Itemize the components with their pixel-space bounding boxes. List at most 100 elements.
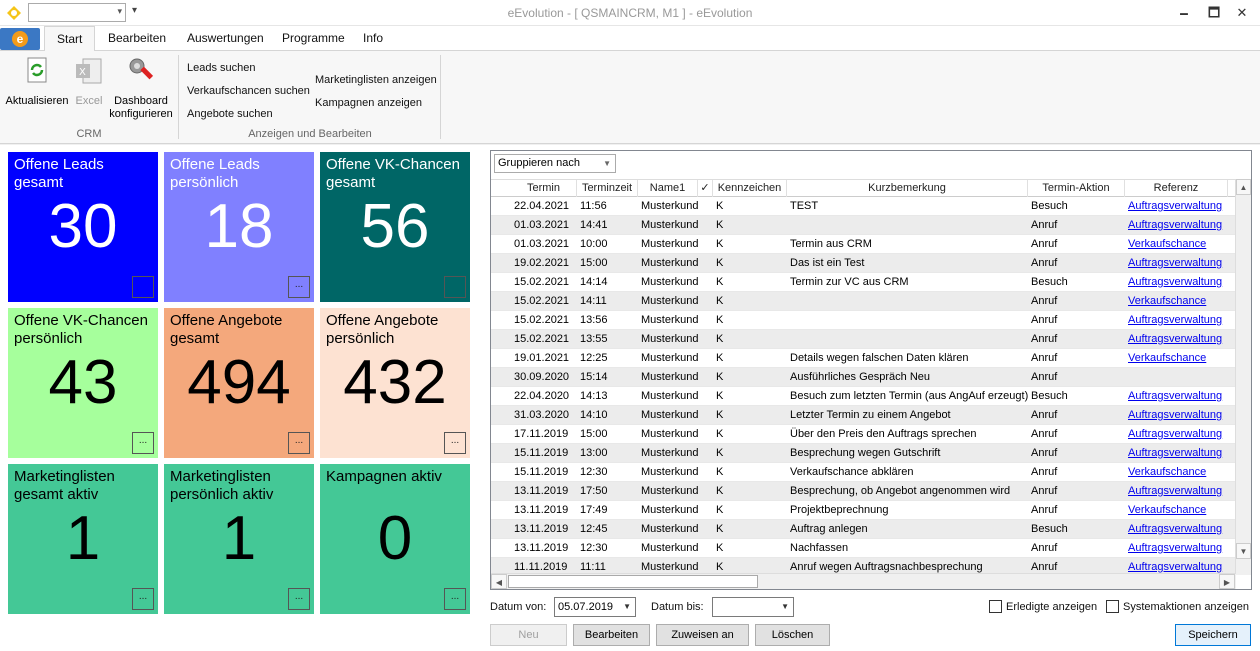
dashboard-tile[interactable]: Offene VK-Chancen persönlich 43... [8,308,158,458]
marketing-lists-button[interactable]: Marketinglisten anzeigen [315,74,437,86]
table-row[interactable]: 15.02.2021 13:56 Musterkunde K Anruf Auftrags… [491,311,1236,330]
tile-detail-button[interactable] [444,276,466,298]
campaigns-button[interactable]: Kampagnen anzeigen [315,97,422,109]
refresh-button[interactable]: Aktualisieren [4,55,70,108]
table-row[interactable]: 01.03.2021 14:41 Musterkunde K Anruf Auftrags… [491,216,1236,235]
table-row[interactable]: 15.11.2019 12:30 Musterkunde K Verkaufschanc… [491,463,1236,482]
tab-info[interactable]: Info [351,26,395,51]
reference-link[interactable]: Verkaufschance [1125,501,1228,519]
table-row[interactable]: 22.04.2021 11:56 Musterkunde K TEST Besuch Auf… [491,197,1236,216]
dashboard-tile[interactable]: Marketinglisten gesamt aktiv 1... [8,464,158,614]
reference-link[interactable] [1125,368,1228,386]
new-button[interactable]: Neu [490,624,567,646]
reference-link[interactable]: Auftragsverwaltung [1125,539,1228,557]
column-header[interactable]: ✓ [698,180,713,197]
tab-programme[interactable]: Programme [270,26,357,51]
scroll-up-icon[interactable]: ▲ [1236,179,1251,195]
column-header[interactable]: Termin [511,180,577,197]
reference-link[interactable]: Auftragsverwaltung [1125,425,1228,443]
reference-link[interactable]: Auftragsverwaltung [1125,406,1228,424]
table-row[interactable]: 19.01.2021 12:25 Musterkunde K Details wegen… [491,349,1236,368]
scroll-right-icon[interactable]: ▶ [1219,574,1235,589]
dashboard-tile[interactable]: Offene Angebote persönlich 432... [320,308,470,458]
app-menu-button[interactable]: e [0,28,40,50]
tab-auswertungen[interactable]: Auswertungen [175,26,276,51]
edit-button[interactable]: Bearbeiten [573,624,650,646]
opportunities-search-button[interactable]: Verkaufschancen suchen [187,85,310,97]
table-row[interactable]: 19.02.2021 15:00 Musterkunde K Das ist ein T… [491,254,1236,273]
tile-detail-button[interactable]: ... [444,432,466,454]
offers-search-button[interactable]: Angebote suchen [187,108,273,120]
table-cell: Anruf [1031,542,1058,554]
excel-button[interactable]: X Excel [72,55,106,108]
tab-start[interactable]: Start [44,26,96,52]
horizontal-scroll-thumb[interactable] [508,575,758,588]
assign-button[interactable]: Zuweisen an [656,624,749,646]
reference-link[interactable]: Auftragsverwaltung [1125,444,1228,462]
tile-detail-button[interactable]: ... [444,588,466,610]
table-row[interactable]: 13.11.2019 17:50 Musterkunde K Besprechung, … [491,482,1236,501]
reference-link[interactable]: Auftragsverwaltung [1125,254,1228,272]
table-row[interactable]: 17.11.2019 15:00 Musterkunde K Über den Prei… [491,425,1236,444]
table-row[interactable]: 15.11.2019 13:00 Musterkunde K Besprechung w… [491,444,1236,463]
tile-detail-button[interactable]: ... [288,588,310,610]
tile-detail-button[interactable]: ... [132,432,154,454]
tile-detail-button[interactable]: ... [288,432,310,454]
leads-search-button[interactable]: Leads suchen [187,62,256,74]
tile-detail-button[interactable] [132,276,154,298]
column-header[interactable]: Referenz [1125,180,1228,197]
reference-link[interactable]: Auftragsverwaltung [1125,197,1228,215]
dashboard-config-button[interactable]: Dashboard konfigurieren [108,55,174,121]
tab-bearbeiten[interactable]: Bearbeiten [96,26,178,51]
delete-button[interactable]: Löschen [755,624,830,646]
date-to-picker[interactable]: ▼ [712,597,794,617]
reference-link[interactable]: Verkaufschance [1125,235,1228,253]
reference-link[interactable]: Auftragsverwaltung [1125,520,1228,538]
system-actions-checkbox[interactable] [1106,600,1119,613]
tile-detail-button[interactable]: ... [132,588,154,610]
close-button[interactable]: ✕ [1226,0,1258,26]
reference-link[interactable]: Auftragsverwaltung [1125,387,1228,405]
table-row[interactable]: 15.02.2021 14:14 Musterkunde K Termin zur VC… [491,273,1236,292]
table-row[interactable]: 13.11.2019 12:45 Musterkunde K Auftrag anleg… [491,520,1236,539]
reference-link[interactable]: Verkaufschance [1125,349,1228,367]
column-header[interactable]: Kurzbemerkung [787,180,1028,197]
reference-link[interactable]: Auftragsverwaltung [1125,482,1228,500]
vertical-scrollbar[interactable]: ▲ ▼ [1235,179,1251,575]
quick-access-more-icon[interactable]: ▾ [132,5,137,16]
done-checkbox[interactable] [989,600,1002,613]
reference-link[interactable]: Auftragsverwaltung [1125,330,1228,348]
column-header[interactable]: Kennzeichen [713,180,787,197]
table-row[interactable]: 13.11.2019 17:49 Musterkunde K Projektbeprec… [491,501,1236,520]
minimize-button[interactable]: 🗕 [1168,0,1200,26]
table-row[interactable]: 01.03.2021 10:00 Musterkunde K Termin aus CR… [491,235,1236,254]
dashboard-tile[interactable]: Offene VK-Chancen gesamt 56 [320,152,470,302]
table-row[interactable]: 31.03.2020 14:10 Musterkunde K Letzter Termi… [491,406,1236,425]
group-by-dropdown[interactable]: Gruppieren nach ▼ [494,154,616,173]
reference-link[interactable]: Verkaufschance [1125,292,1228,310]
table-row[interactable]: 30.09.2020 15:14 Musterkunde K Ausführliches… [491,368,1236,387]
column-header[interactable]: Name1 [638,180,698,197]
reference-link[interactable]: Auftragsverwaltung [1125,273,1228,291]
tile-detail-button[interactable]: ... [288,276,310,298]
table-row[interactable]: 13.11.2019 12:30 Musterkunde K Nachfassen Anr… [491,539,1236,558]
reference-link[interactable]: Verkaufschance [1125,463,1228,481]
table-row[interactable]: 15.02.2021 13:55 Musterkunde K Anruf Auftrags… [491,330,1236,349]
date-from-picker[interactable]: 05.07.2019 ▼ [554,597,636,617]
dashboard-tile[interactable]: Marketinglisten persönlich aktiv 1... [164,464,314,614]
horizontal-scrollbar[interactable]: ◀ ▶ [491,573,1236,589]
column-header[interactable]: Terminzeit [577,180,638,197]
column-header[interactable]: Termin-Aktion [1028,180,1125,197]
dashboard-tile[interactable]: Offene Leads persönlich 18... [164,152,314,302]
reference-link[interactable]: Auftragsverwaltung [1125,216,1228,234]
save-button[interactable]: Speichern [1175,624,1251,646]
scroll-down-icon[interactable]: ▼ [1236,543,1251,559]
scroll-left-icon[interactable]: ◀ [491,574,507,589]
dashboard-tile[interactable]: Offene Angebote gesamt 494... [164,308,314,458]
dashboard-tile[interactable]: Offene Leads gesamt 30 [8,152,158,302]
table-row[interactable]: 22.04.2020 14:13 Musterkunde K Besuch zum le… [491,387,1236,406]
table-row[interactable]: 15.02.2021 14:11 Musterkunde K Anruf Verkaufs… [491,292,1236,311]
dashboard-tile[interactable]: Kampagnen aktiv 0... [320,464,470,614]
quick-access-combo[interactable]: ▾ [28,3,126,22]
reference-link[interactable]: Auftragsverwaltung [1125,311,1228,329]
